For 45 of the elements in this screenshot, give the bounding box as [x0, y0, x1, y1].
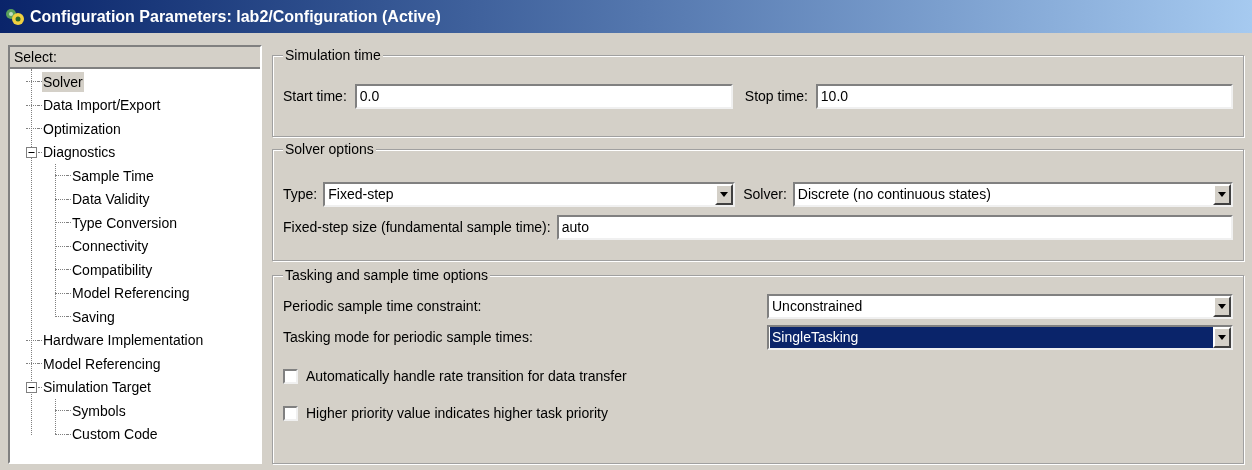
field-label: Fixed-step size (fundamental sample time):: [283, 218, 551, 237]
field-label: Solver:: [743, 185, 787, 204]
caret-icon: [1218, 335, 1226, 340]
tree-item[interactable]: Model Referencing: [42, 353, 162, 374]
group-title: Solver options: [283, 140, 376, 158]
dropdown[interactable]: Fixed-step: [323, 182, 736, 207]
tree-item[interactable]: Optimization: [42, 118, 122, 139]
checkbox[interactable]: [283, 406, 298, 421]
tree-item[interactable]: Symbols: [71, 400, 127, 421]
window-title: Configuration Parameters: lab2/Configuration (Active): [30, 6, 441, 27]
field-label: Type:: [283, 185, 318, 204]
dropdown[interactable]: Unconstrained: [767, 294, 1233, 319]
dropdown[interactable]: Discrete (no continuous states): [792, 182, 1233, 207]
tree-item[interactable]: Model Referencing: [71, 283, 191, 304]
tree-header: Select:: [10, 47, 260, 69]
tree-item[interactable]: Data Validity: [71, 189, 151, 210]
checkbox-label: Higher priority value indicates higher task priority: [306, 404, 608, 423]
field-label: Tasking mode for periodic sample times:: [283, 328, 534, 347]
caret-icon: [1218, 304, 1226, 309]
collapse-icon[interactable]: [26, 381, 37, 393]
caret-icon: [1218, 192, 1226, 197]
field-label: Start time:: [283, 86, 347, 106]
group-title: Tasking and sample time options: [283, 266, 491, 284]
tree-item[interactable]: Sample Time: [71, 165, 155, 186]
tree-item[interactable]: Hardware Implementation: [42, 330, 205, 351]
dropdown[interactable]: SingleTasking: [767, 325, 1233, 350]
tree-item[interactable]: Simulation Target: [42, 377, 152, 398]
tree-item[interactable]: Saving: [71, 306, 116, 327]
tree-item[interactable]: Type Conversion: [71, 212, 179, 233]
field-label: Periodic sample time constraint:: [283, 297, 483, 316]
checkbox[interactable]: [283, 369, 298, 384]
input-field[interactable]: auto: [556, 215, 1233, 240]
tree-item[interactable]: Connectivity: [71, 236, 150, 257]
tree-item[interactable]: Data Import/Export: [42, 95, 162, 116]
input-field[interactable]: 10.0: [815, 83, 1233, 109]
checkbox-label: Automatically handle rate transition for data transfer: [306, 367, 627, 386]
tree-item[interactable]: Diagnostics: [42, 142, 117, 163]
app-icon: [4, 6, 26, 27]
caret-icon: [720, 192, 729, 197]
tree-item[interactable]: Custom Code: [71, 424, 159, 445]
field-label: Stop time:: [744, 86, 808, 106]
tree-item[interactable]: Compatibility: [71, 259, 154, 280]
input-field[interactable]: 0.0: [354, 83, 733, 109]
collapse-icon[interactable]: [26, 146, 37, 158]
tree-item[interactable]: Solver: [42, 71, 84, 92]
